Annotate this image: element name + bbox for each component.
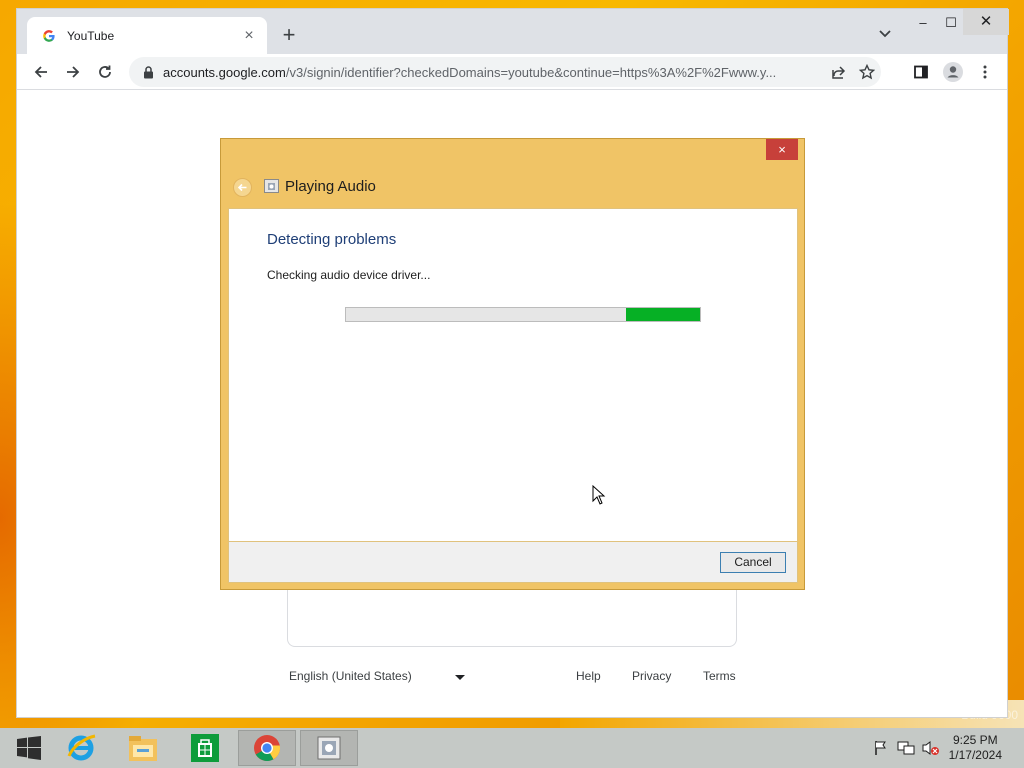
menu-button[interactable] (971, 58, 999, 86)
minimize-button[interactable]: – (909, 13, 937, 33)
side-panel-icon (914, 65, 928, 79)
back-arrow-icon (34, 66, 47, 78)
internet-explorer-icon (67, 734, 96, 761)
taskbar-file-explorer[interactable] (114, 730, 172, 766)
dialog-close-button[interactable]: × (766, 139, 798, 160)
star-icon (859, 64, 875, 80)
footer-help-link[interactable]: Help (576, 669, 601, 683)
dialog-content: Detecting problems Checking audio device… (228, 208, 798, 542)
cancel-button[interactable]: Cancel (720, 552, 786, 573)
system-clock[interactable]: 9:25 PM 1/17/2024 (949, 733, 1002, 763)
back-button[interactable] (27, 58, 55, 86)
clock-date: 1/17/2024 (948, 748, 1002, 762)
google-g-icon (41, 28, 57, 44)
dialog-back-button[interactable] (233, 178, 252, 197)
troubleshooter-dialog: × Playing Audio Detecting problems Check… (220, 138, 805, 590)
chrome-icon (254, 735, 281, 762)
flag-icon[interactable] (872, 740, 890, 756)
chevron-down-icon[interactable] (455, 675, 465, 680)
address-bar[interactable]: accounts.google.com/v3/signin/identifier… (129, 57, 881, 87)
window-close-button[interactable]: ✕ (963, 9, 1009, 35)
mouse-cursor-icon (592, 484, 606, 505)
share-icon (832, 66, 846, 79)
progress-fill (625, 308, 700, 321)
file-explorer-icon (129, 736, 157, 761)
forward-button[interactable] (59, 58, 87, 86)
side-panel-button[interactable] (907, 58, 935, 86)
back-arrow-icon (237, 183, 247, 192)
troubleshooter-icon (317, 736, 341, 760)
profile-button[interactable] (939, 58, 967, 86)
bookmark-button[interactable] (853, 58, 881, 86)
taskbar: 9:25 PM 1/17/2024 (0, 728, 1024, 768)
taskbar-internet-explorer[interactable] (52, 730, 110, 766)
footer-terms-link[interactable]: Terms (703, 669, 736, 683)
url-path: /v3/signin/identifier?checkedDomains=you… (285, 64, 777, 80)
troubleshooter-icon (264, 179, 279, 193)
store-icon (191, 734, 219, 762)
forward-arrow-icon (67, 66, 80, 78)
start-button[interactable] (0, 730, 58, 766)
volume-muted-icon[interactable] (922, 740, 940, 756)
chevron-down-icon (879, 30, 891, 38)
clock-time: 9:25 PM (952, 733, 998, 747)
dialog-footer: Cancel (228, 542, 798, 583)
footer-privacy-link[interactable]: Privacy (632, 669, 671, 683)
reload-button[interactable] (91, 58, 119, 86)
tab-strip: YouTube × + – ☐ ✕ (17, 9, 1009, 54)
menu-icon (983, 65, 987, 79)
dialog-title: Playing Audio (285, 178, 376, 195)
profile-icon (943, 62, 963, 82)
network-icon[interactable] (897, 740, 915, 756)
maximize-button[interactable]: ☐ (937, 13, 965, 33)
footer-language-select[interactable]: English (United States) (289, 669, 412, 683)
tab-title: YouTube (67, 28, 115, 43)
tab-youtube[interactable]: YouTube × (27, 17, 267, 54)
new-tab-button[interactable]: + (277, 23, 301, 47)
windows-logo-icon (17, 736, 41, 760)
reload-icon (99, 65, 111, 78)
taskbar-store[interactable] (176, 730, 234, 766)
dialog-status-text: Checking audio device driver... (267, 268, 431, 282)
browser-toolbar: accounts.google.com/v3/signin/identifier… (17, 54, 1007, 90)
tab-search-button[interactable] (877, 25, 893, 41)
share-button[interactable] (825, 58, 853, 86)
progress-bar (345, 307, 701, 322)
lock-icon[interactable] (141, 65, 155, 79)
url-host: accounts.google.com (163, 64, 286, 80)
dialog-heading: Detecting problems (267, 231, 397, 248)
taskbar-chrome[interactable] (238, 730, 296, 766)
tab-close-button[interactable]: × (241, 27, 257, 45)
url-text: accounts.google.com/v3/signin/identifier… (163, 65, 825, 80)
taskbar-troubleshooter[interactable] (300, 730, 358, 766)
